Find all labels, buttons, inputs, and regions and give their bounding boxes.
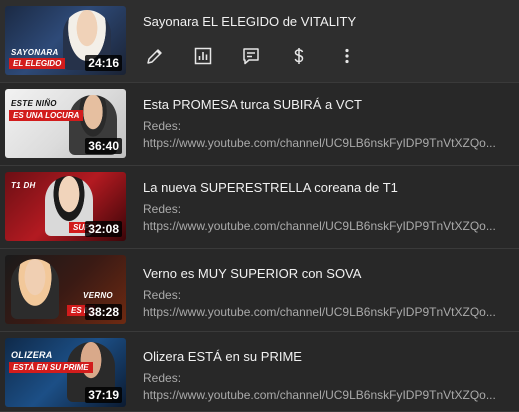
video-thumbnail[interactable]: ESTE NIÑO ES UNA LOCURA 36:40: [5, 89, 126, 158]
monetization-icon[interactable]: [287, 44, 311, 68]
video-description: Redes: https://www.youtube.com/channel/U…: [143, 118, 505, 152]
description-label: Redes:: [143, 288, 182, 302]
video-duration: 36:40: [85, 138, 122, 154]
video-description: Redes: https://www.youtube.com/channel/U…: [143, 287, 505, 321]
thumbnail-caption-highlight: ES UNA LOCURA: [9, 110, 84, 121]
video-row[interactable]: ESTE NIÑO ES UNA LOCURA 36:40 Esta PROME…: [0, 83, 519, 166]
video-duration: 24:16: [85, 55, 122, 71]
description-label: Redes:: [143, 371, 182, 385]
video-list: SAYONARA EL ELEGIDO 24:16 Sayonara EL EL…: [0, 0, 519, 412]
thumbnail-caption: VERNO: [83, 291, 113, 300]
video-description: Redes: https://www.youtube.com/channel/U…: [143, 201, 505, 235]
thumbnail-caption: ESTE NIÑO: [11, 99, 57, 108]
more-options-icon[interactable]: [335, 44, 359, 68]
description-link: https://www.youtube.com/channel/UC9LB6ns…: [143, 305, 496, 319]
video-title[interactable]: Esta PROMESA turca SUBIRÁ a VCT: [143, 97, 362, 112]
video-title[interactable]: Verno es MUY SUPERIOR con SOVA: [143, 266, 361, 281]
thumbnail-caption-highlight: EL ELEGIDO: [9, 58, 66, 69]
video-thumbnail[interactable]: T1 DH SUPI 32:08: [5, 172, 126, 241]
thumbnail-caption: T1 DH: [11, 181, 36, 190]
edit-icon[interactable]: [143, 44, 167, 68]
analytics-icon[interactable]: [191, 44, 215, 68]
video-duration: 37:19: [85, 387, 122, 403]
video-thumbnail[interactable]: VERNO ES M 38:28: [5, 255, 126, 324]
video-row[interactable]: VERNO ES M 38:28 Verno es MUY SUPERIOR c…: [0, 249, 519, 332]
thumbnail-caption: OLIZERA: [11, 350, 53, 360]
video-duration: 38:28: [85, 304, 122, 320]
description-link: https://www.youtube.com/channel/UC9LB6ns…: [143, 388, 496, 402]
description-label: Redes:: [143, 202, 182, 216]
description-link: https://www.youtube.com/channel/UC9LB6ns…: [143, 136, 496, 150]
description-label: Redes:: [143, 119, 182, 133]
video-duration: 32:08: [85, 221, 122, 237]
video-thumbnail[interactable]: OLIZERA ESTÁ EN SU PRIME 37:19: [5, 338, 126, 407]
description-link: https://www.youtube.com/channel/UC9LB6ns…: [143, 219, 496, 233]
thumbnail-caption: SAYONARA: [11, 48, 59, 57]
comments-icon[interactable]: [239, 44, 263, 68]
video-title[interactable]: Olizera ESTÁ en su PRIME: [143, 349, 302, 364]
video-title[interactable]: La nueva SUPERESTRELLA coreana de T1: [143, 180, 398, 195]
video-title[interactable]: Sayonara EL ELEGIDO de VITALITY: [143, 14, 356, 29]
video-description: Redes: https://www.youtube.com/channel/U…: [143, 370, 505, 404]
video-thumbnail[interactable]: SAYONARA EL ELEGIDO 24:16: [5, 6, 126, 75]
video-row[interactable]: OLIZERA ESTÁ EN SU PRIME 37:19 Olizera E…: [0, 332, 519, 412]
video-row[interactable]: T1 DH SUPI 32:08 La nueva SUPERESTRELLA …: [0, 166, 519, 249]
video-row[interactable]: SAYONARA EL ELEGIDO 24:16 Sayonara EL EL…: [0, 0, 519, 83]
thumbnail-caption-highlight: ESTÁ EN SU PRIME: [9, 362, 93, 373]
